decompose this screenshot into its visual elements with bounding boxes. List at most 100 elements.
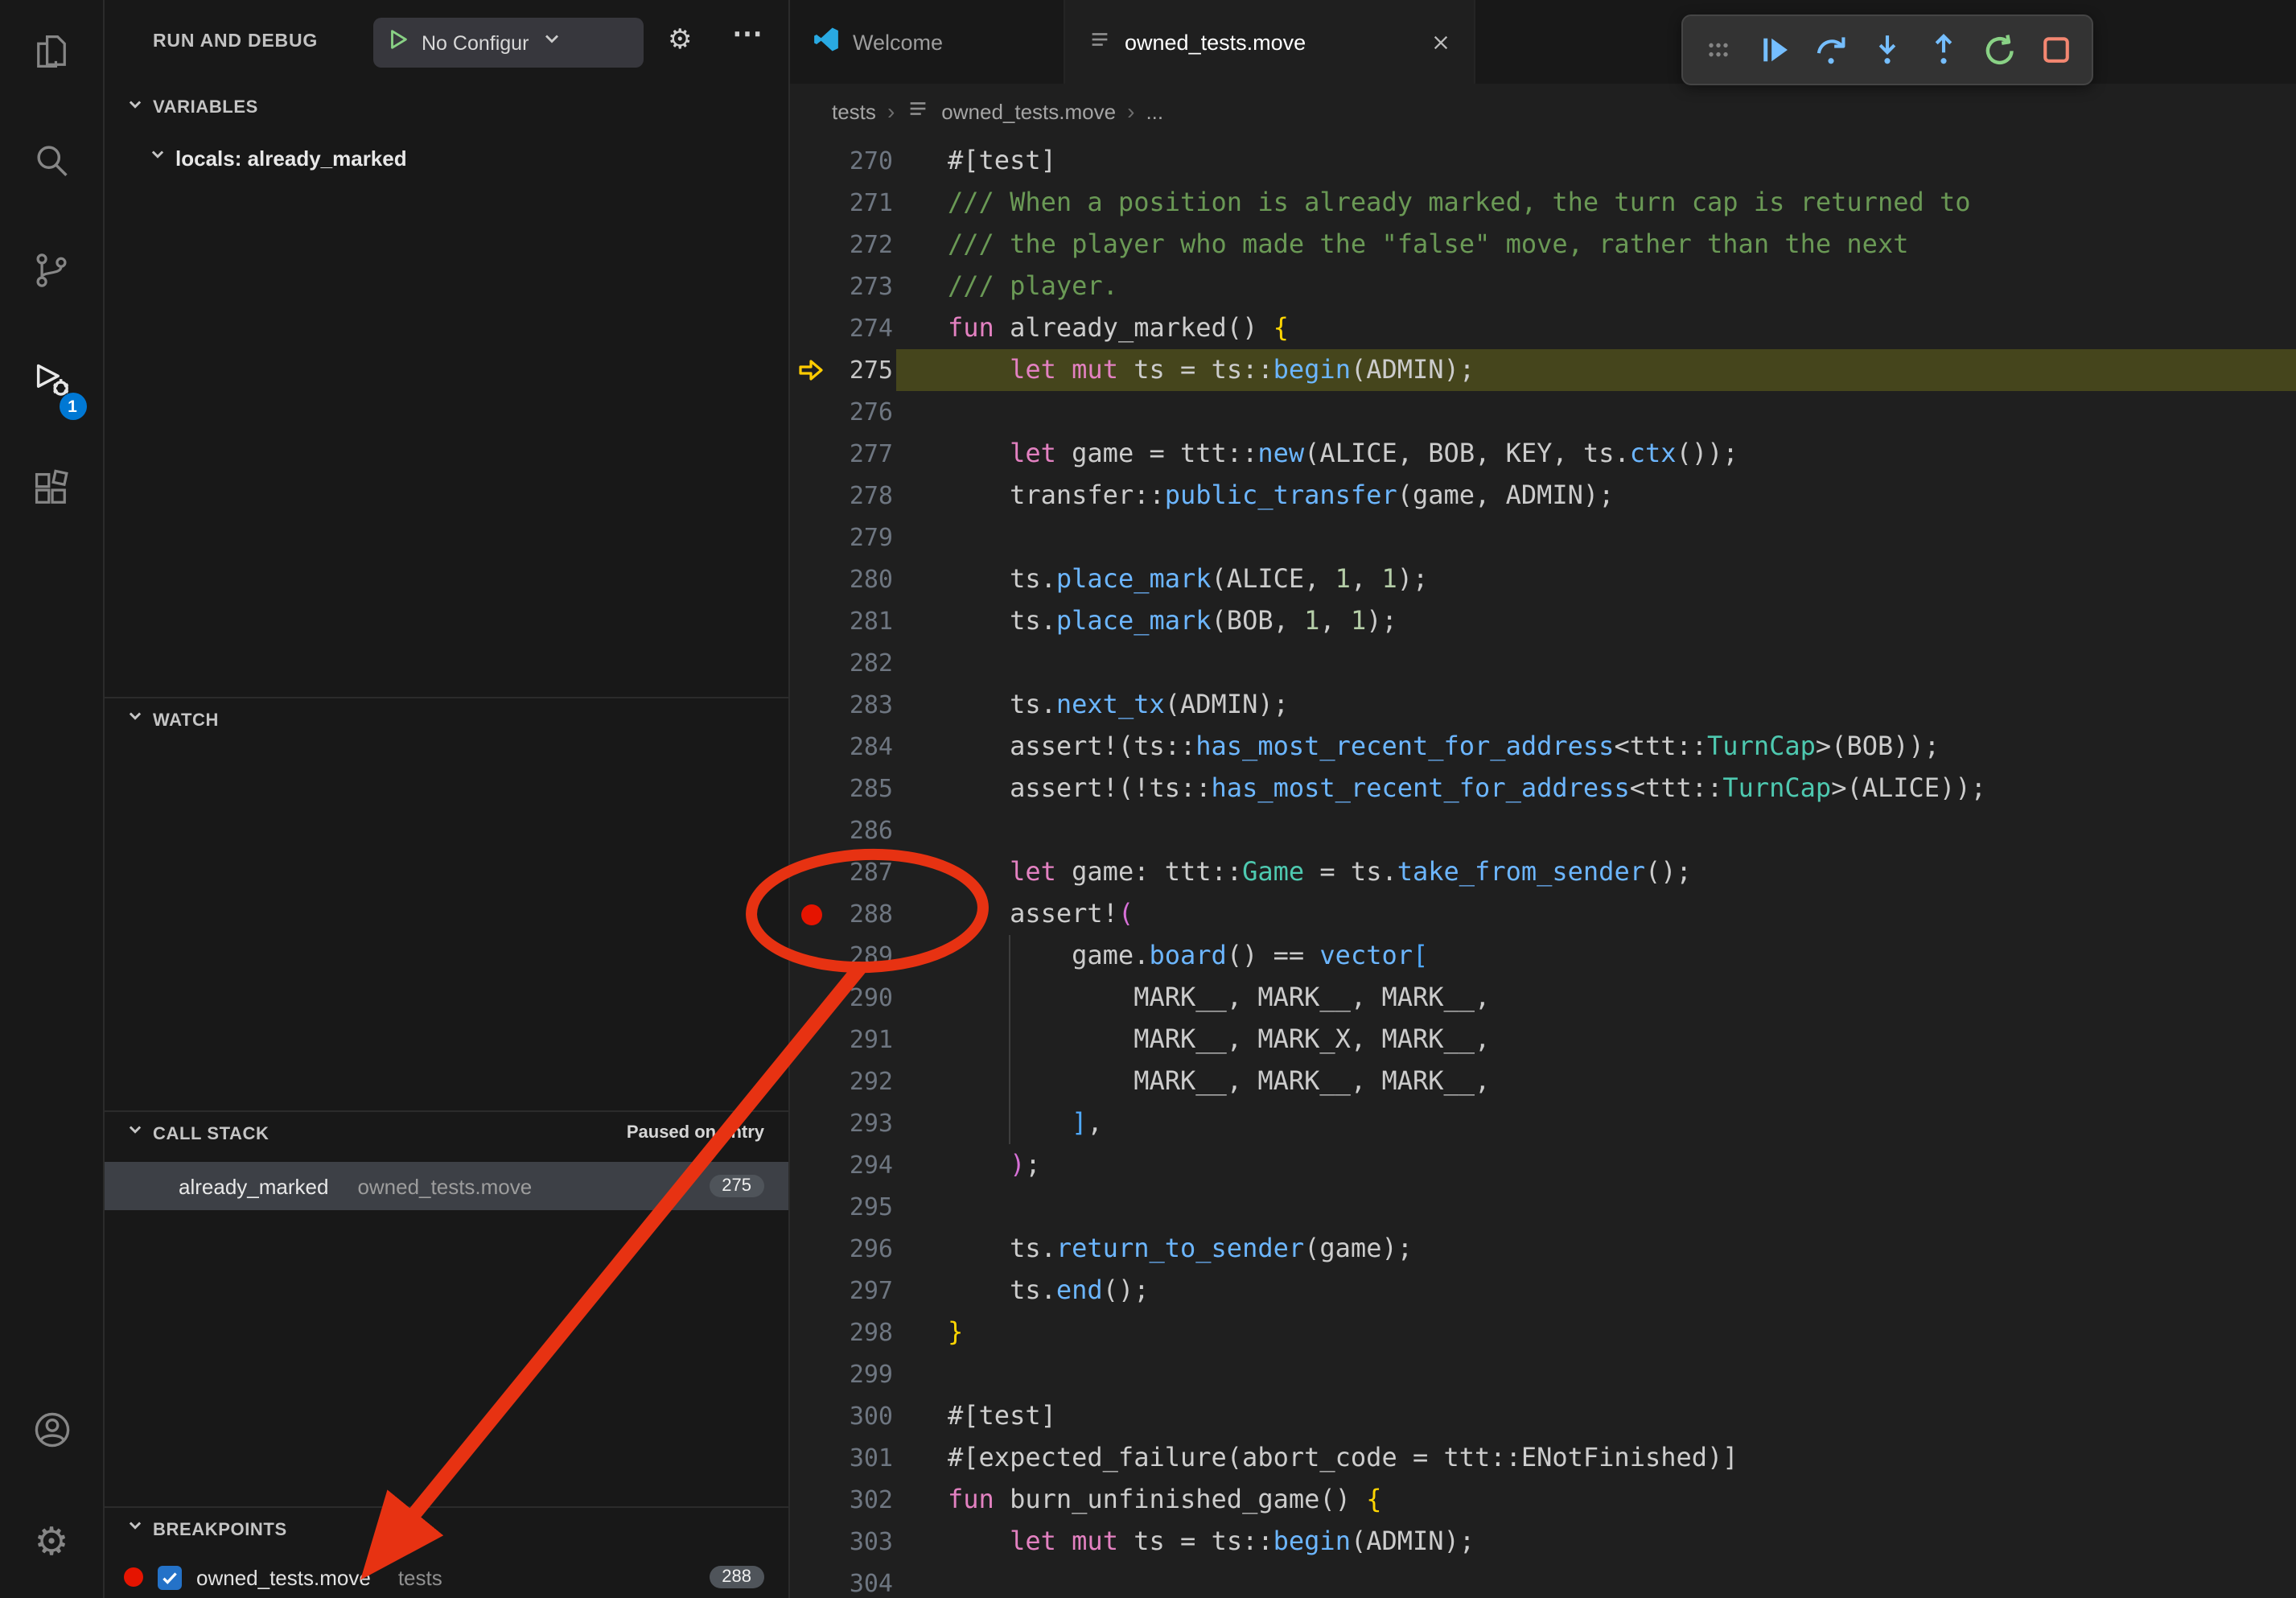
gutter-glyph-margin[interactable]: [790, 893, 832, 935]
gutter-glyph-margin[interactable]: [790, 642, 832, 684]
gutter-glyph-margin[interactable]: [790, 475, 832, 517]
gutter-glyph-margin[interactable]: [790, 433, 832, 475]
code-line-280[interactable]: 280 ts.place_mark(ALICE, 1, 1);: [790, 558, 2296, 600]
gutter-glyph-margin[interactable]: [790, 1019, 832, 1061]
code-line-276[interactable]: 276: [790, 391, 2296, 433]
code-line-284[interactable]: 284 assert!(ts::has_most_recent_for_addr…: [790, 726, 2296, 768]
breadcrumb-item-symbol[interactable]: ...: [1146, 99, 1163, 123]
code-line-271[interactable]: 271/// When a position is already marked…: [790, 182, 2296, 224]
code-line-299[interactable]: 299: [790, 1353, 2296, 1395]
code-line-273[interactable]: 273/// player.: [790, 266, 2296, 307]
gutter-glyph-margin[interactable]: [790, 1353, 832, 1395]
gutter-glyph-margin[interactable]: [790, 224, 832, 266]
code-line-288[interactable]: 288 assert!(: [790, 893, 2296, 935]
debug-settings-gear-icon[interactable]: ⚙: [668, 26, 693, 53]
debug-configuration-dropdown[interactable]: No Configur: [373, 18, 644, 68]
section-header-watch[interactable]: WATCH: [105, 697, 788, 742]
code-line-279[interactable]: 279: [790, 517, 2296, 558]
code-line-290[interactable]: 290 MARK__, MARK__, MARK__,: [790, 977, 2296, 1019]
code-line-285[interactable]: 285 assert!(!ts::has_most_recent_for_add…: [790, 768, 2296, 809]
code-editor[interactable]: 270#[test]271/// When a position is alre…: [790, 140, 2296, 1598]
continue-button[interactable]: [1750, 26, 1798, 74]
gutter-glyph-margin[interactable]: [790, 391, 832, 433]
close-icon[interactable]: [1430, 31, 1451, 52]
code-line-270[interactable]: 270#[test]: [790, 140, 2296, 182]
gutter-glyph-margin[interactable]: [790, 684, 832, 726]
section-header-breakpoints[interactable]: BREAKPOINTS: [105, 1506, 788, 1551]
code-line-296[interactable]: 296 ts.return_to_sender(game);: [790, 1228, 2296, 1270]
gutter-glyph-margin[interactable]: [790, 809, 832, 851]
sidebar-item-explorer[interactable]: [0, 0, 104, 109]
toolbar-drag-grip[interactable]: [1693, 26, 1742, 74]
code-line-281[interactable]: 281 ts.place_mark(BOB, 1, 1);: [790, 600, 2296, 642]
code-line-303[interactable]: 303 let mut ts = ts::begin(ADMIN);: [790, 1521, 2296, 1563]
more-actions-icon[interactable]: ⋯: [732, 16, 763, 53]
tab-owned-tests-move[interactable]: owned_tests.move: [1065, 0, 1475, 84]
code-line-295[interactable]: 295: [790, 1186, 2296, 1228]
gutter-glyph-margin[interactable]: [790, 851, 832, 893]
breakpoint-checkbox[interactable]: [158, 1565, 182, 1589]
code-line-274[interactable]: 274fun already_marked() {: [790, 307, 2296, 349]
variables-scope-locals[interactable]: locals: already_marked: [105, 137, 788, 179]
manage-settings-button[interactable]: ⚙: [0, 1489, 104, 1598]
gutter-glyph-margin[interactable]: [790, 1437, 832, 1479]
code-line-283[interactable]: 283 ts.next_tx(ADMIN);: [790, 684, 2296, 726]
gutter-glyph-margin[interactable]: [790, 1144, 832, 1186]
sidebar-item-extensions[interactable]: [0, 438, 104, 547]
sidebar-item-source-control[interactable]: [0, 219, 104, 328]
stop-button[interactable]: [2033, 26, 2081, 74]
code-line-272[interactable]: 272/// the player who made the "false" m…: [790, 224, 2296, 266]
code-line-289[interactable]: 289 game.board() == vector[: [790, 935, 2296, 977]
gutter-glyph-margin[interactable]: [790, 140, 832, 182]
gutter-glyph-margin[interactable]: [790, 1563, 832, 1598]
code-line-278[interactable]: 278 transfer::public_transfer(game, ADMI…: [790, 475, 2296, 517]
gutter-glyph-margin[interactable]: [790, 558, 832, 600]
gutter-glyph-margin[interactable]: [790, 600, 832, 642]
code-line-297[interactable]: 297 ts.end();: [790, 1270, 2296, 1312]
code-line-286[interactable]: 286: [790, 809, 2296, 851]
gutter-glyph-margin[interactable]: [790, 1395, 832, 1437]
gutter-glyph-margin[interactable]: [790, 266, 832, 307]
step-over-button[interactable]: [1807, 26, 1855, 74]
gutter-glyph-margin[interactable]: [790, 1479, 832, 1521]
tab-welcome[interactable]: Welcome: [790, 0, 1065, 84]
section-header-variables[interactable]: VARIABLES: [105, 85, 788, 130]
gutter-glyph-margin[interactable]: [790, 517, 832, 558]
code-line-282[interactable]: 282: [790, 642, 2296, 684]
code-line-304[interactable]: 304: [790, 1563, 2296, 1598]
code-line-277[interactable]: 277 let game = ttt::new(ALICE, BOB, KEY,…: [790, 433, 2296, 475]
breadcrumb-item-file[interactable]: owned_tests.move: [941, 99, 1116, 123]
code-line-275[interactable]: 275 let mut ts = ts::begin(ADMIN);: [790, 349, 2296, 391]
gutter-glyph-margin[interactable]: [790, 1228, 832, 1270]
gutter-glyph-margin[interactable]: [790, 307, 832, 349]
gutter-glyph-margin[interactable]: [790, 349, 832, 391]
gutter-glyph-margin[interactable]: [790, 1102, 832, 1144]
start-debug-play-icon[interactable]: [386, 27, 410, 59]
sidebar-item-run-and-debug[interactable]: 1: [0, 328, 104, 438]
code-line-292[interactable]: 292 MARK__, MARK__, MARK__,: [790, 1061, 2296, 1102]
step-out-button[interactable]: [1920, 26, 1968, 74]
gutter-glyph-margin[interactable]: [790, 977, 832, 1019]
restart-button[interactable]: [1977, 26, 2025, 74]
breakpoint-list-item[interactable]: owned_tests.move tests 288: [105, 1555, 788, 1598]
code-line-294[interactable]: 294 );: [790, 1144, 2296, 1186]
gutter-glyph-margin[interactable]: [790, 1312, 832, 1353]
accounts-button[interactable]: [0, 1379, 104, 1489]
gutter-glyph-margin[interactable]: [790, 1270, 832, 1312]
code-line-300[interactable]: 300#[test]: [790, 1395, 2296, 1437]
code-line-291[interactable]: 291 MARK__, MARK_X, MARK__,: [790, 1019, 2296, 1061]
call-stack-frame-row[interactable]: already_marked owned_tests.move 275: [105, 1162, 788, 1210]
code-line-298[interactable]: 298}: [790, 1312, 2296, 1353]
gutter-glyph-margin[interactable]: [790, 1061, 832, 1102]
sidebar-item-search[interactable]: [0, 109, 104, 219]
gutter-glyph-margin[interactable]: [790, 1521, 832, 1563]
gutter-glyph-margin[interactable]: [790, 768, 832, 809]
code-line-302[interactable]: 302fun burn_unfinished_game() {: [790, 1479, 2296, 1521]
step-into-button[interactable]: [1863, 26, 1911, 74]
gutter-glyph-margin[interactable]: [790, 182, 832, 224]
gutter-glyph-margin[interactable]: [790, 1186, 832, 1228]
code-line-287[interactable]: 287 let game: ttt::Game = ts.take_from_s…: [790, 851, 2296, 893]
breadcrumb-item-tests[interactable]: tests: [832, 99, 876, 123]
gutter-glyph-margin[interactable]: [790, 935, 832, 977]
gutter-glyph-margin[interactable]: [790, 726, 832, 768]
